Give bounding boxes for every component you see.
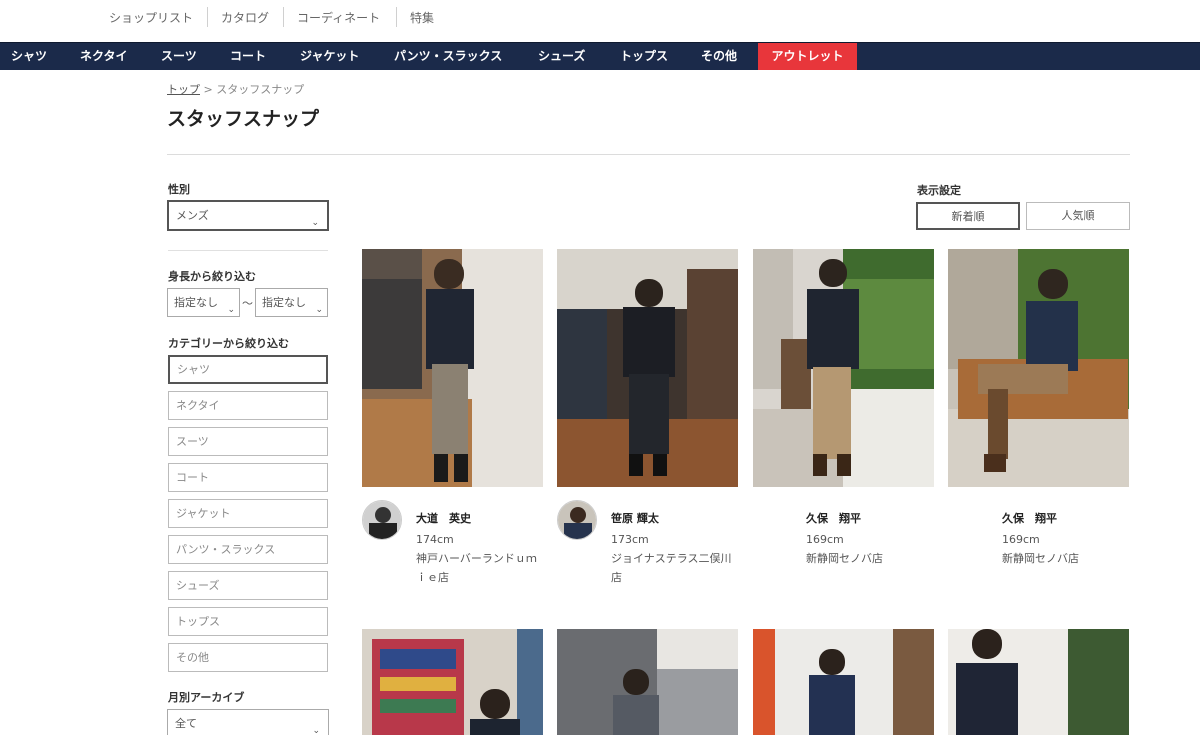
nav-item-tops[interactable]: トップス [620, 43, 668, 70]
category-option-jackets[interactable]: ジャケット [168, 499, 328, 528]
nav-item-coats[interactable]: コート [230, 43, 266, 70]
category-option-other[interactable]: その他 [168, 643, 328, 672]
nav-item-other[interactable]: その他 [701, 43, 737, 70]
category-option-shoes[interactable]: シューズ [168, 571, 328, 600]
chevron-down-icon: ⌄ [312, 725, 320, 735]
staff-name[interactable]: 笹原 輝太 [611, 510, 659, 526]
page-title: スタッフスナップ [167, 108, 320, 130]
utility-links: ショップリスト カタログ コーディネート 特集 [0, 0, 1200, 42]
snap-photo[interactable] [948, 629, 1129, 735]
link-catalog[interactable]: カタログ [221, 9, 269, 27]
nav-item-ties[interactable]: ネクタイ [80, 43, 128, 70]
nav-item-jackets[interactable]: ジャケット [300, 43, 359, 70]
avatar [362, 500, 402, 540]
category-label: カテゴリーから絞り込む [168, 337, 289, 350]
avatar [557, 500, 597, 540]
category-option-tops[interactable]: トップス [168, 607, 328, 636]
staff-info: 169cm 新静岡セノバ店 [806, 530, 934, 568]
height-to-value: 指定なし [262, 296, 306, 309]
sort-popular-button[interactable]: 人気順 [1026, 202, 1130, 230]
nav-item-suits[interactable]: スーツ [161, 43, 197, 70]
link-feature[interactable]: 特集 [410, 9, 434, 27]
archive-select[interactable]: 全て ⌄ [167, 709, 329, 735]
nav-item-pants[interactable]: パンツ・スラックス [394, 43, 502, 70]
snap-photo[interactable] [753, 629, 934, 735]
staff-height: 173cm [611, 533, 649, 546]
divider [167, 154, 1130, 155]
chevron-down-icon: ⌄ [227, 304, 235, 315]
staff-height: 174cm [416, 533, 454, 546]
nav-item-shoes[interactable]: シューズ [538, 43, 585, 70]
height-to-select[interactable]: 指定なし ⌄ [255, 288, 328, 317]
divider [168, 250, 328, 251]
divider [283, 7, 284, 27]
archive-label: 月別アーカイブ [168, 691, 245, 704]
category-option-coats[interactable]: コート [168, 463, 328, 492]
breadcrumb-home[interactable]: トップ [167, 83, 200, 96]
sort-new-button[interactable]: 新着順 [916, 202, 1020, 230]
category-option-shirts[interactable]: シャツ [168, 355, 328, 384]
gender-select[interactable]: メンズ ⌄ [167, 200, 329, 231]
breadcrumb-current: スタッフスナップ [216, 83, 305, 96]
gender-select-value: メンズ [176, 209, 209, 222]
snap-photo[interactable] [362, 629, 543, 735]
staff-info: 169cm 新静岡セノバ店 [1002, 530, 1130, 568]
category-option-ties[interactable]: ネクタイ [168, 391, 328, 420]
staff-name[interactable]: 大道 英史 [416, 510, 471, 526]
gender-label: 性別 [168, 183, 190, 196]
snap-photo[interactable] [362, 249, 543, 487]
staff-height: 169cm [806, 533, 844, 546]
staff-height: 169cm [1002, 533, 1040, 546]
chevron-down-icon: ⌄ [315, 304, 323, 315]
staff-shop: ジョイナステラス二俣川店 [611, 552, 732, 584]
snap-photo[interactable] [557, 249, 738, 487]
snap-photo[interactable] [753, 249, 934, 487]
staff-shop: 新静岡セノバ店 [806, 552, 883, 565]
height-range-separator: 〜 [242, 297, 253, 310]
breadcrumb-separator: > [203, 83, 213, 96]
archive-select-value: 全て [175, 717, 197, 730]
snap-photo[interactable] [948, 249, 1129, 487]
staff-name[interactable]: 久保 翔平 [806, 510, 861, 526]
divider [207, 7, 208, 27]
staff-shop: 神戸ハーバーランドｕｍｉｅ店 [416, 552, 537, 584]
category-option-suits[interactable]: スーツ [168, 427, 328, 456]
height-from-select[interactable]: 指定なし ⌄ [167, 288, 240, 317]
staff-info: 174cm 神戸ハーバーランドｕｍｉｅ店 [416, 530, 544, 587]
nav-item-shirts[interactable]: シャツ [11, 43, 47, 70]
nav-item-outlet[interactable]: アウトレット [758, 43, 857, 70]
height-from-value: 指定なし [174, 296, 218, 309]
link-coordinate[interactable]: コーディネート [297, 9, 380, 27]
breadcrumb: トップ > スタッフスナップ [167, 81, 304, 97]
main-nav: シャツ ネクタイ スーツ コート ジャケット パンツ・スラックス シューズ トッ… [0, 42, 1200, 70]
link-shop-list[interactable]: ショップリスト [109, 9, 193, 27]
height-label: 身長から絞り込む [168, 270, 256, 283]
staff-info: 173cm ジョイナステラス二俣川店 [611, 530, 739, 587]
category-option-pants[interactable]: パンツ・スラックス [168, 535, 328, 564]
chevron-down-icon: ⌄ [311, 217, 319, 228]
divider [396, 7, 397, 27]
snap-photo[interactable] [557, 629, 738, 735]
staff-name[interactable]: 久保 翔平 [1002, 510, 1057, 526]
staff-shop: 新静岡セノバ店 [1002, 552, 1079, 565]
display-settings-label: 表示設定 [917, 184, 961, 197]
